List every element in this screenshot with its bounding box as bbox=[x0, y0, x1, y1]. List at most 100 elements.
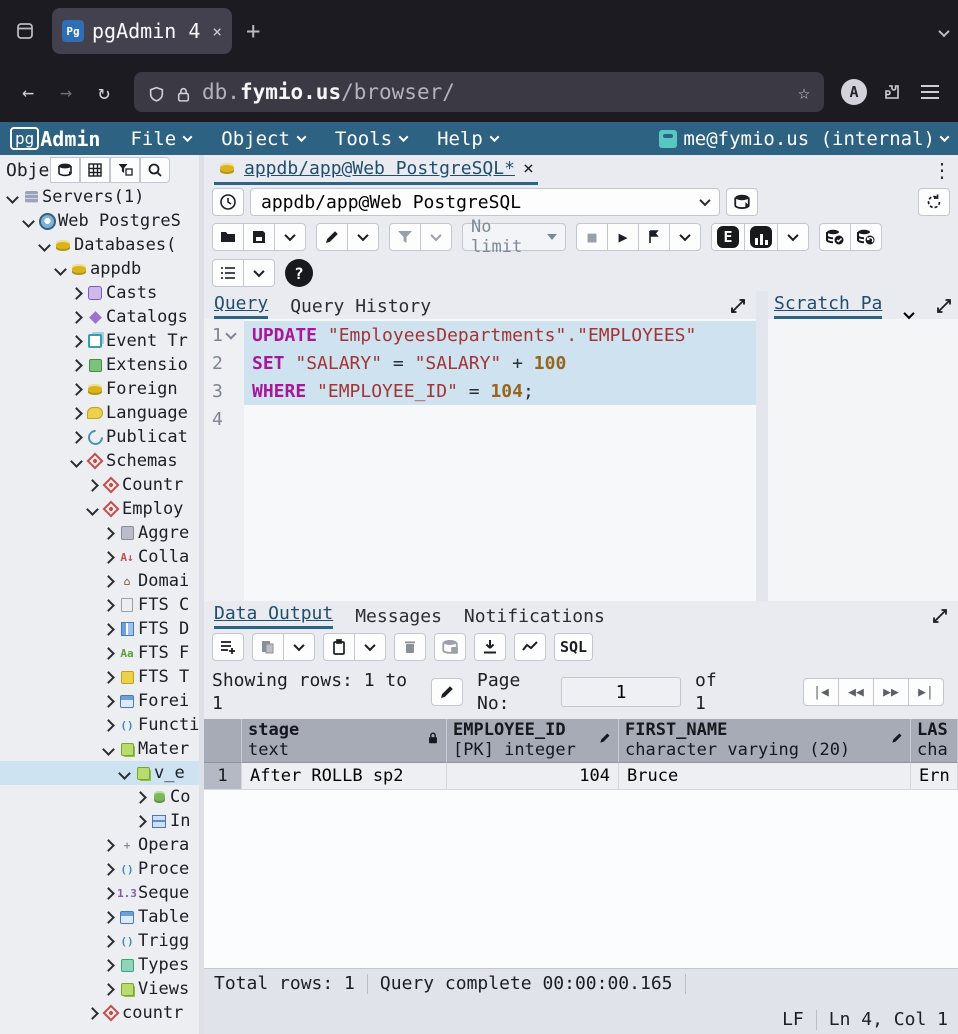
connection-select[interactable]: appdb/app@Web PostgreSQL bbox=[250, 188, 720, 216]
tree-chevron-icon[interactable] bbox=[68, 429, 84, 445]
explain-chevron[interactable] bbox=[777, 223, 809, 251]
tree-chevron-icon[interactable] bbox=[68, 453, 84, 469]
tree-item[interactable]: + Opera bbox=[0, 833, 199, 857]
first-page-button[interactable]: |◀ bbox=[803, 678, 839, 706]
tree-item[interactable]: Extensio bbox=[0, 353, 199, 377]
execute-chevron[interactable] bbox=[669, 223, 701, 251]
tree-chevron-icon[interactable] bbox=[132, 789, 148, 805]
panel-splitter[interactable] bbox=[756, 291, 768, 601]
tab-query-history[interactable]: Query History bbox=[290, 296, 431, 319]
tree-item[interactable]: Databases( bbox=[0, 233, 199, 257]
tree-item[interactable]: Catalogs bbox=[0, 305, 199, 329]
edit-data-pencil-button[interactable] bbox=[431, 678, 463, 706]
tree-chevron-icon[interactable] bbox=[84, 1005, 100, 1021]
graph-visualiser-button[interactable] bbox=[514, 633, 546, 661]
tree-item[interactable]: Mater bbox=[0, 737, 199, 761]
code-line[interactable]: SET "SALARY" = "SALARY" + 100 bbox=[244, 349, 756, 377]
tree-item[interactable]: v_e bbox=[0, 761, 199, 785]
tree-chevron-icon[interactable] bbox=[100, 549, 116, 565]
tree-chevron-icon[interactable] bbox=[68, 357, 84, 373]
tree-chevron-icon[interactable] bbox=[84, 501, 100, 517]
tab-close-icon[interactable]: × bbox=[523, 158, 534, 179]
new-tab-button[interactable]: + bbox=[246, 17, 260, 45]
tree-item[interactable]: Types bbox=[0, 953, 199, 977]
tree-chevron-icon[interactable] bbox=[68, 285, 84, 301]
add-row-button[interactable] bbox=[212, 633, 244, 661]
tree-chevron-icon[interactable] bbox=[68, 309, 84, 325]
row-number-cell[interactable]: 1 bbox=[204, 763, 242, 790]
macros-list-button[interactable] bbox=[212, 259, 244, 287]
list-tabs-chevron-icon[interactable] bbox=[940, 22, 948, 41]
account-icon[interactable]: A bbox=[838, 76, 870, 108]
tree-item[interactable]: FTS T bbox=[0, 665, 199, 689]
grid-view-button[interactable] bbox=[80, 157, 110, 183]
filter-chevron[interactable] bbox=[420, 223, 452, 251]
explain-analyze-button[interactable] bbox=[744, 223, 778, 251]
scratch-pad-body[interactable] bbox=[768, 319, 958, 601]
save-file-chevron[interactable] bbox=[274, 223, 306, 251]
scratch-chevron-icon[interactable] bbox=[904, 308, 915, 319]
open-file-button[interactable] bbox=[212, 223, 244, 251]
save-file-button[interactable] bbox=[243, 223, 275, 251]
tree-item[interactable]: Countr bbox=[0, 473, 199, 497]
delete-row-button[interactable] bbox=[394, 633, 426, 661]
tree-item[interactable]: Employ bbox=[0, 497, 199, 521]
column-header-last-name[interactable]: LAScha bbox=[911, 719, 958, 763]
tree-chevron-icon[interactable] bbox=[100, 693, 116, 709]
line-number[interactable]: 4 bbox=[204, 405, 244, 433]
line-number[interactable]: 2 bbox=[204, 349, 244, 377]
stop-button[interactable]: ■ bbox=[576, 223, 608, 251]
tree-item[interactable]: Servers(1) bbox=[0, 185, 199, 209]
tree-item[interactable]: ⌂ Domai bbox=[0, 569, 199, 593]
code-line[interactable] bbox=[244, 405, 756, 433]
tree-item[interactable]: Aggre bbox=[0, 521, 199, 545]
tree-item[interactable]: Language bbox=[0, 401, 199, 425]
paste-button[interactable] bbox=[323, 633, 355, 661]
menu-object[interactable]: Object bbox=[221, 128, 305, 150]
next-page-button[interactable]: ▶▶ bbox=[873, 678, 909, 706]
filter-button[interactable] bbox=[110, 157, 140, 183]
tree-chevron-icon[interactable] bbox=[100, 741, 116, 757]
tree-item[interactable]: In bbox=[0, 809, 199, 833]
tree-item[interactable]: appdb bbox=[0, 257, 199, 281]
tree-chevron-icon[interactable] bbox=[68, 381, 84, 397]
expand-scratch-icon[interactable] bbox=[936, 298, 952, 319]
macros-chevron[interactable] bbox=[243, 259, 275, 287]
cell-employee-id[interactable]: 104 bbox=[447, 763, 619, 790]
tab-notifications[interactable]: Notifications bbox=[464, 606, 605, 629]
tab-data-output[interactable]: Data Output bbox=[214, 603, 333, 629]
copy-button[interactable] bbox=[252, 633, 284, 661]
sql-button[interactable]: SQL bbox=[554, 633, 593, 661]
extensions-puzzle-icon[interactable] bbox=[876, 76, 908, 108]
tree-chevron-icon[interactable] bbox=[100, 717, 116, 733]
reload-button[interactable]: ↻ bbox=[88, 76, 120, 108]
tree-chevron-icon[interactable] bbox=[116, 765, 132, 781]
edit-chevron[interactable] bbox=[347, 223, 379, 251]
code-line[interactable]: UPDATE "EmployeesDepartments"."EMPLOYEES… bbox=[244, 321, 756, 349]
browser-tab[interactable]: Pg pgAdmin 4 × bbox=[52, 8, 232, 54]
filter-funnel-button[interactable] bbox=[389, 223, 421, 251]
line-number[interactable]: 3 bbox=[204, 377, 244, 405]
tree-chevron-icon[interactable] bbox=[84, 477, 100, 493]
commit-button[interactable] bbox=[819, 223, 851, 251]
column-header-first-name[interactable]: FIRST_NAMEcharacter varying (20) bbox=[619, 719, 911, 763]
new-connection-button[interactable] bbox=[726, 188, 758, 216]
load-file-db-button[interactable] bbox=[50, 157, 80, 183]
cell-last-name[interactable]: Ern bbox=[911, 763, 958, 790]
tree-chevron-icon[interactable] bbox=[68, 405, 84, 421]
kebab-menu-icon[interactable]: ⋮ bbox=[932, 158, 952, 182]
tab-query[interactable]: Query bbox=[214, 293, 268, 319]
tree-item[interactable]: FTS C bbox=[0, 593, 199, 617]
editor-code[interactable]: UPDATE "EmployeesDepartments"."EMPLOYEES… bbox=[244, 319, 756, 601]
sql-editor[interactable]: 1234 UPDATE "EmployeesDepartments"."EMPL… bbox=[204, 319, 756, 601]
download-button[interactable] bbox=[474, 633, 506, 661]
tree-item[interactable]: Event Tr bbox=[0, 329, 199, 353]
tree-chevron-icon[interactable] bbox=[132, 813, 148, 829]
expand-editor-icon[interactable] bbox=[730, 298, 746, 319]
line-number[interactable]: 1 bbox=[204, 321, 244, 349]
tree-chevron-icon[interactable] bbox=[100, 909, 116, 925]
menu-tools[interactable]: Tools bbox=[335, 128, 407, 150]
tree-chevron-icon[interactable] bbox=[100, 933, 116, 949]
explain-button[interactable]: E bbox=[711, 223, 745, 251]
tree-chevron-icon[interactable] bbox=[100, 837, 116, 853]
